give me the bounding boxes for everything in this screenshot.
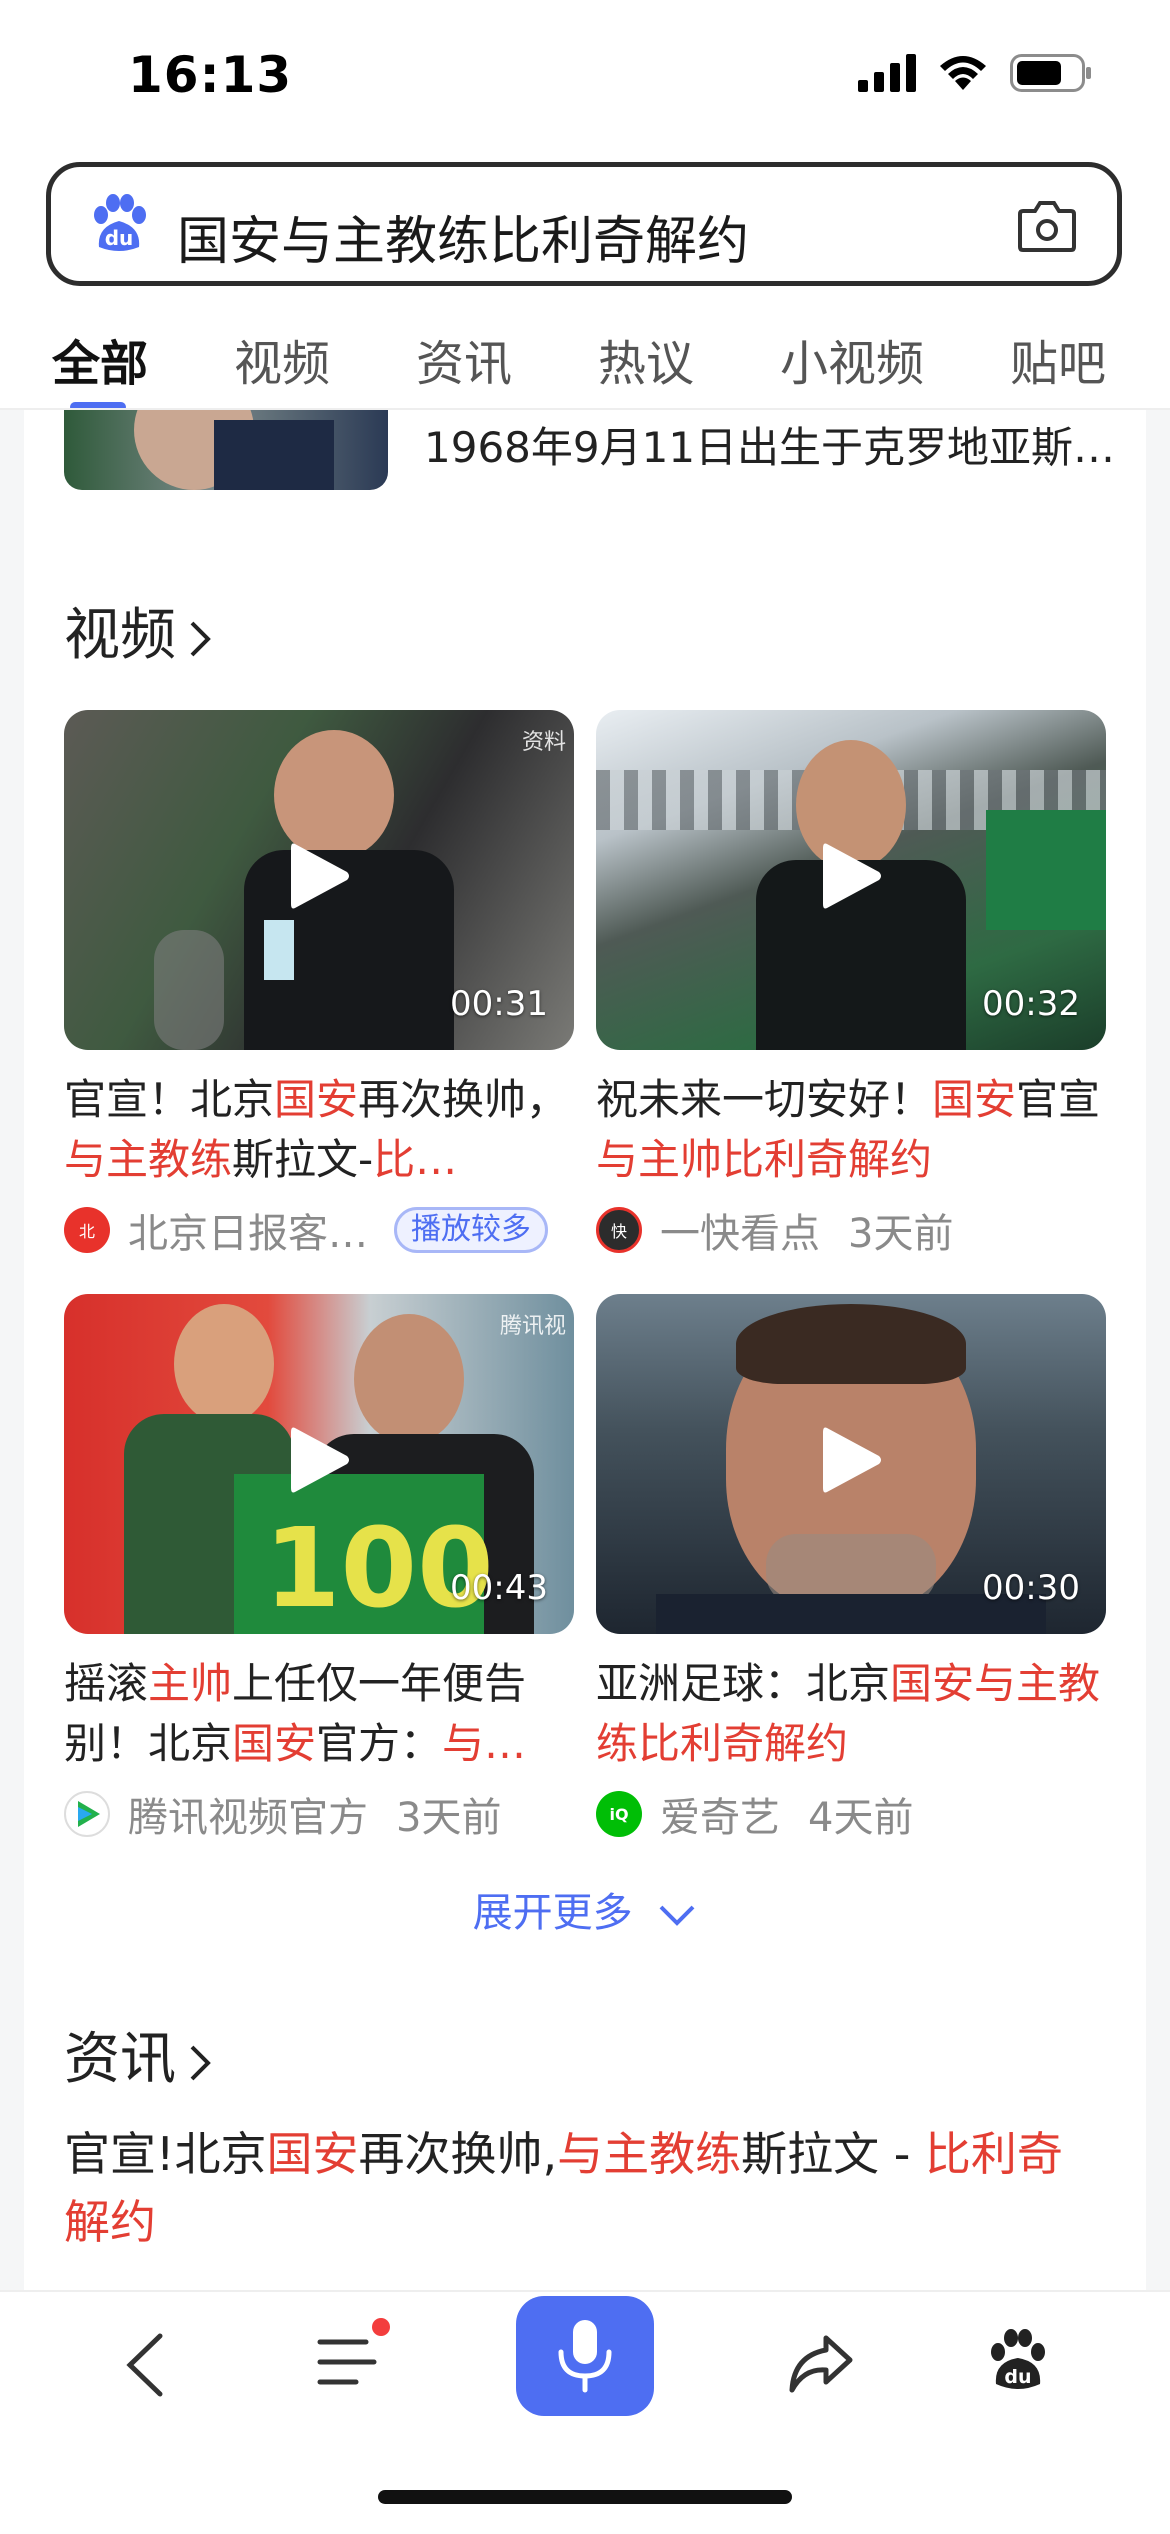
back-icon[interactable] bbox=[120, 2330, 170, 2400]
title-text: 祝未来一切安好！ bbox=[596, 1075, 933, 1124]
video-meta: 腾讯视频官方 3天前 bbox=[64, 1786, 574, 1842]
yikuai-logo-icon: 快 bbox=[596, 1207, 642, 1253]
camera-icon[interactable] bbox=[1017, 197, 1077, 253]
tab-short-video[interactable]: 小视频 bbox=[780, 324, 924, 394]
beijing-daily-logo-icon: 北 bbox=[64, 1207, 110, 1253]
title-highlight: 与主教练 bbox=[64, 1135, 233, 1184]
cellular-signal-icon bbox=[858, 54, 916, 92]
microphone-icon bbox=[558, 2320, 612, 2393]
video-watermark: 资料 bbox=[521, 730, 566, 755]
video-time: 3天前 bbox=[396, 1795, 502, 1841]
home-indicator bbox=[378, 2490, 792, 2504]
tab-tieba[interactable]: 贴吧 bbox=[1010, 324, 1106, 394]
video-source: 腾讯视频官方 bbox=[128, 1795, 368, 1841]
status-time: 16:13 bbox=[128, 46, 293, 104]
video-thumbnail[interactable]: 00:32 bbox=[596, 710, 1106, 1050]
tab-news[interactable]: 资讯 bbox=[416, 324, 512, 394]
tencent-video-logo-icon bbox=[64, 1791, 110, 1837]
title-highlight: 国安 bbox=[932, 1075, 1017, 1124]
video-meta: iQ 爱奇艺 4天前 bbox=[596, 1786, 1106, 1842]
chevron-right-icon bbox=[190, 2045, 211, 2081]
video-card[interactable]: 00:30 亚洲足球：北京国安与主教练比利奇解约 iQ 爱奇艺 4天前 bbox=[596, 1294, 1106, 1842]
video-section-label: 视频 bbox=[64, 603, 176, 668]
play-icon[interactable] bbox=[289, 1424, 351, 1496]
tab-all[interactable]: 全部 bbox=[52, 324, 148, 394]
tab-discussion[interactable]: 热议 bbox=[598, 324, 694, 394]
title-highlight: 与主教练 bbox=[557, 2127, 742, 2181]
search-tabs: 全部 视频 资讯 热议 小视频 贴吧 bbox=[0, 310, 1170, 412]
previous-result-thumbnail[interactable] bbox=[64, 410, 388, 490]
video-meta: 北 北京日报客… 播放较多 bbox=[64, 1202, 574, 1258]
title-highlight: 主帅 bbox=[148, 1659, 233, 1708]
title-highlight: 国安 bbox=[274, 1075, 359, 1124]
tab-video[interactable]: 视频 bbox=[234, 324, 330, 394]
search-input[interactable]: 国安与主教练比利奇解约 bbox=[177, 199, 749, 274]
video-watermark: 腾讯视 bbox=[499, 1314, 566, 1339]
title-text: 斯拉文 - bbox=[741, 2127, 925, 2181]
video-source: 北京日报客… bbox=[128, 1211, 368, 1257]
title-highlight: 国安 bbox=[232, 1719, 317, 1768]
title-highlight: 国安 bbox=[266, 2127, 359, 2181]
page-gutter-left bbox=[0, 410, 24, 2290]
title-text: 官方： bbox=[316, 1719, 443, 1768]
video-time: 4天前 bbox=[808, 1795, 914, 1841]
menu-icon[interactable] bbox=[316, 2332, 378, 2394]
previous-result-description: 1968年9月11日出生于克罗地亚斯… bbox=[424, 423, 1116, 472]
title-text: 亚洲足球：北京 bbox=[596, 1659, 891, 1708]
title-highlight: 与主帅比利奇解约 bbox=[596, 1135, 933, 1184]
title-text: 官宣!北京 bbox=[64, 2127, 267, 2181]
video-duration: 00:31 bbox=[450, 984, 548, 1024]
title-text: 再次换帅, bbox=[358, 2127, 558, 2181]
title-text: 官宣 bbox=[1016, 1075, 1101, 1124]
play-icon[interactable] bbox=[821, 840, 883, 912]
video-source: 一快看点 bbox=[660, 1211, 820, 1257]
battery-icon bbox=[1010, 54, 1091, 92]
baidu-logo-icon: du bbox=[94, 194, 146, 251]
iqiyi-logo-icon: iQ bbox=[596, 1791, 642, 1837]
wifi-icon bbox=[940, 56, 986, 90]
video-card[interactable]: 资料 00:31 官宣！北京国安再次换帅， 与主教练斯拉文-比… 北 北京日报客…… bbox=[64, 710, 574, 1258]
title-highlight: 与… bbox=[442, 1719, 527, 1768]
video-title[interactable]: 祝未来一切安好！国安官宣与主帅比利奇解约 bbox=[596, 1070, 1106, 1190]
title-text: 摇滚 bbox=[64, 1659, 149, 1708]
video-title[interactable]: 官宣！北京国安再次换帅， 与主教练斯拉文-比… bbox=[64, 1070, 574, 1190]
video-duration: 00:30 bbox=[982, 1568, 1080, 1608]
play-icon[interactable] bbox=[289, 840, 351, 912]
voice-search-button[interactable] bbox=[516, 2296, 654, 2416]
notification-dot bbox=[372, 2318, 390, 2336]
svg-text:du: du bbox=[1004, 2366, 1031, 2388]
svg-text:du: du bbox=[105, 226, 134, 250]
video-title[interactable]: 摇滚主帅上任仅一年便告别！北京国安官方：与… bbox=[64, 1654, 574, 1774]
news-section-label: 资讯 bbox=[64, 2027, 176, 2092]
title-text: 官宣！北京 bbox=[64, 1075, 275, 1124]
title-text: 再次换帅， bbox=[358, 1075, 569, 1124]
search-box[interactable]: du 国安与主教练比利奇解约 bbox=[46, 162, 1122, 286]
expand-more-button[interactable]: 展开更多 bbox=[0, 1880, 1170, 1938]
expand-more-label: 展开更多 bbox=[472, 1890, 633, 1936]
news-section-title[interactable]: 资讯 bbox=[64, 2014, 214, 2095]
video-thumbnail[interactable]: 100 腾讯视 00:43 bbox=[64, 1294, 574, 1634]
video-title[interactable]: 亚洲足球：北京国安与主教练比利奇解约 bbox=[596, 1654, 1106, 1774]
page-gutter-right bbox=[1146, 410, 1170, 2290]
title-text: 斯拉文- bbox=[232, 1135, 374, 1184]
video-card[interactable]: 100 腾讯视 00:43 摇滚主帅上任仅一年便告别！北京国安官方：与… 腾讯视… bbox=[64, 1294, 574, 1842]
chevron-right-icon bbox=[190, 621, 211, 657]
video-time: 3天前 bbox=[848, 1211, 954, 1257]
video-meta: 快 一快看点 3天前 bbox=[596, 1202, 1106, 1258]
video-thumbnail[interactable]: 00:30 bbox=[596, 1294, 1106, 1634]
title-highlight: 比… bbox=[373, 1135, 458, 1184]
video-duration: 00:43 bbox=[450, 1568, 548, 1608]
baidu-paw-icon[interactable]: du bbox=[986, 2328, 1050, 2394]
status-icons bbox=[858, 54, 1092, 92]
play-icon[interactable] bbox=[821, 1424, 883, 1496]
popular-badge: 播放较多 bbox=[394, 1207, 548, 1253]
share-icon[interactable] bbox=[786, 2330, 856, 2396]
chevron-down-icon bbox=[659, 1905, 695, 1926]
video-section-title[interactable]: 视频 bbox=[64, 590, 214, 671]
news-item-title[interactable]: 官宣!北京国安再次换帅,与主教练斯拉文 - 比利奇解约 bbox=[64, 2120, 1104, 2256]
video-duration: 00:32 bbox=[982, 984, 1080, 1024]
video-source: 爱奇艺 bbox=[660, 1795, 780, 1841]
video-card[interactable]: 00:32 祝未来一切安好！国安官宣与主帅比利奇解约 快 一快看点 3天前 bbox=[596, 710, 1106, 1258]
video-thumbnail[interactable]: 资料 00:31 bbox=[64, 710, 574, 1050]
